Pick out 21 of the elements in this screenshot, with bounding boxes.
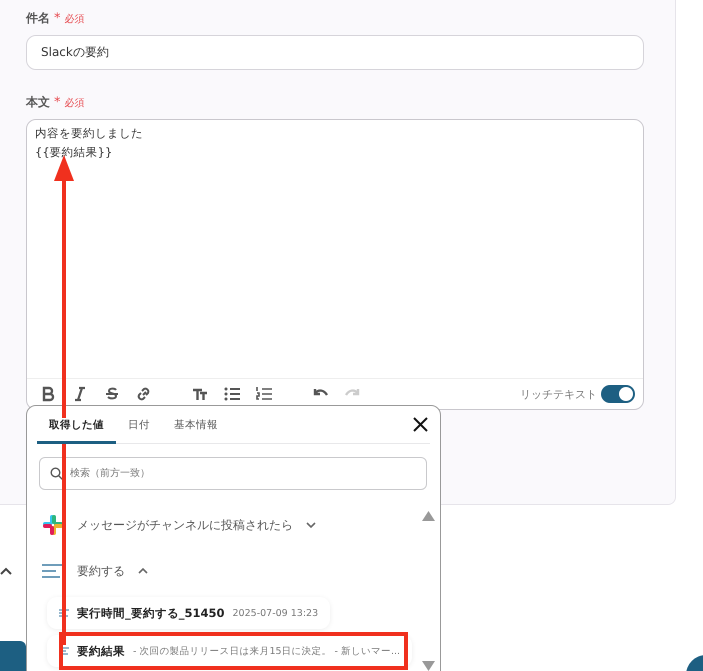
- picker-tab[interactable]: 基本情報: [162, 418, 230, 444]
- value-item[interactable]: 要約結果 - 次回の製品リリース日は来月15日に決定。 - 新しいマー...: [47, 635, 412, 667]
- field-label: 件名: [26, 10, 50, 27]
- field-label: 本文: [26, 94, 50, 111]
- value-item[interactable]: 実行時間_要約する_51450 2025-07-09 13:23: [47, 597, 330, 629]
- picker-tab[interactable]: 取得した値: [37, 418, 116, 444]
- value-name: 要約結果: [77, 644, 125, 658]
- search-field[interactable]: 検索（前方一致）: [39, 457, 427, 490]
- value-preview: 2025-07-09 13:23: [232, 608, 318, 618]
- subject-field[interactable]: Slackの要約: [26, 35, 644, 70]
- required-mark: *: [54, 96, 60, 109]
- value-name: 実行時間_要約する_51450: [77, 606, 225, 620]
- required-label: 必須: [64, 12, 84, 26]
- group-title[interactable]: メッセージがチャンネルに投稿されたら: [77, 516, 293, 534]
- toggle-label: リッチテキスト: [520, 386, 597, 402]
- value-preview: - 次回の製品リリース日は来月15日に決定。 - 新しいマー...: [133, 644, 400, 658]
- group-title[interactable]: 要約する: [77, 562, 125, 580]
- required-label: 必須: [64, 96, 84, 110]
- body-field[interactable]: 内容を要約しました {{要約結果}}: [27, 120, 643, 378]
- picker-tab[interactable]: 日付: [116, 418, 162, 444]
- required-mark: *: [54, 12, 60, 25]
